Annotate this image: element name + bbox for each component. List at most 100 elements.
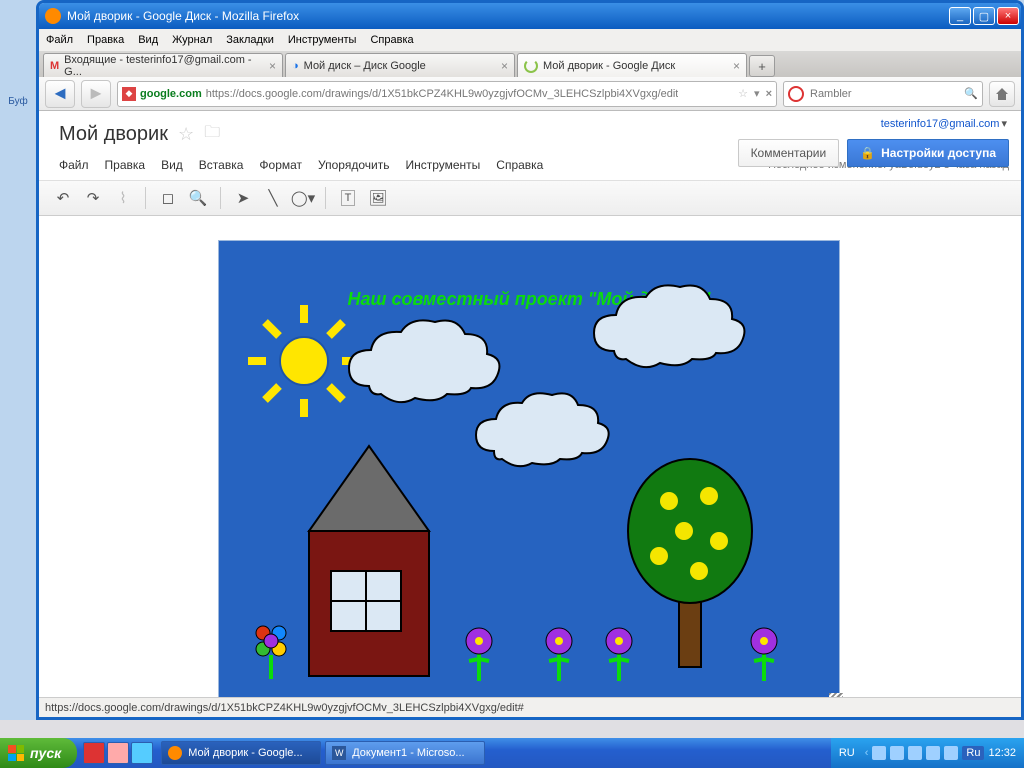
canvas-scroll-area[interactable]: Наш совместный проект "Мой дворик" [39,229,1021,697]
line-tool[interactable]: ╲ [261,186,285,210]
quick-launch-item[interactable] [107,742,129,764]
tab-drive[interactable]: ◑ Мой диск – Диск Google × [285,53,515,77]
tray-lang-left[interactable]: RU [839,747,855,759]
shape-tool[interactable]: ◯▾ [291,186,315,210]
quick-launch-item[interactable] [131,742,153,764]
menu-help[interactable]: Справка [363,34,420,46]
clock[interactable]: 12:32 [988,747,1016,759]
tab-label: Мой диск – Диск Google [304,60,426,72]
tab-gmail[interactable]: M Входящие - testerinfo17@gmail.com - G.… [43,53,283,77]
gmenu-file[interactable]: Файл [59,158,89,172]
firefox-statusbar: https://docs.google.com/drawings/d/1X51b… [39,697,1021,717]
tray-icon[interactable] [890,746,904,760]
site-identity-icon[interactable]: ◆ [122,87,136,101]
background-office-sidebar: Буф [0,0,36,720]
loading-spinner-icon [524,59,538,73]
menu-file[interactable]: Файл [39,34,80,46]
tab-close-icon[interactable]: × [501,59,508,73]
gmenu-help[interactable]: Справка [496,158,543,172]
cloud-shape[interactable] [349,320,499,402]
folder-icon[interactable]: 🗀 [204,121,220,148]
word-icon: W [332,746,346,760]
redo-button[interactable]: ↷ [81,186,105,210]
cloud-shape[interactable] [476,393,609,466]
home-button[interactable] [989,81,1015,107]
gmenu-format[interactable]: Формат [259,158,302,172]
back-button[interactable]: ◄ [45,80,75,108]
balloon-flower[interactable] [256,626,286,679]
menu-history[interactable]: Журнал [165,34,219,46]
tab-close-icon[interactable]: × [733,59,740,73]
document-title[interactable]: Мой дворик [59,123,168,146]
undo-button[interactable]: ↶ [51,186,75,210]
tray-icon[interactable] [908,746,922,760]
stop-reload-button[interactable]: × [766,88,772,100]
new-tab-button[interactable]: + [749,55,775,77]
image-tool[interactable]: 🖼 [366,186,390,210]
tray-expand-icon[interactable]: ‹ [865,747,869,759]
windows-taskbar: пуск Мой дворик - Google... W Документ1 … [0,738,1024,768]
sun-shape[interactable] [248,305,360,417]
search-box[interactable]: Rambler 🔍 [783,81,983,107]
taskbar-item-word[interactable]: W Документ1 - Microso... [325,741,485,765]
firefox-menubar: Файл Правка Вид Журнал Закладки Инструме… [39,29,1021,51]
menu-bookmarks[interactable]: Закладки [219,34,281,46]
comments-button[interactable]: Комментарии [738,139,840,167]
menu-edit[interactable]: Правка [80,34,131,46]
select-tool[interactable]: ➤ [231,186,255,210]
home-icon [994,86,1010,102]
tray-icon[interactable] [872,746,886,760]
tab-label: Мой дворик - Google Диск [543,60,675,72]
forward-button[interactable]: ► [81,80,111,108]
tab-close-icon[interactable]: × [269,59,276,73]
minimize-button[interactable]: _ [949,7,971,25]
house-shape[interactable] [309,446,429,676]
gmenu-tools[interactable]: Инструменты [405,158,480,172]
nav-toolbar: ◄ ► ◆ google.com https://docs.google.com… [39,77,1021,111]
gdoc-toolbar: ↶ ↷ ⌇ ◻ 🔍 ➤ ╲ ◯▾ T 🖼 [39,180,1021,216]
menu-view[interactable]: Вид [131,34,165,46]
firefox-window: Мой дворик - Google Диск - Mozilla Firef… [36,0,1024,720]
language-indicator[interactable]: Ru [962,746,984,760]
taskbar-item-firefox[interactable]: Мой дворик - Google... [161,741,321,765]
url-path: https://docs.google.com/drawings/d/1X51b… [206,88,679,100]
tab-drawing[interactable]: Мой дворик - Google Диск × [517,53,747,77]
url-bar[interactable]: ◆ google.com https://docs.google.com/dra… [117,81,777,107]
close-button[interactable]: × [997,7,1019,25]
firefox-icon [168,746,182,760]
zoom-fit-button[interactable]: ◻ [156,186,180,210]
maximize-button[interactable]: ▢ [973,7,995,25]
star-icon[interactable]: ☆ [178,124,194,145]
gmenu-edit[interactable]: Правка [105,158,146,172]
firefox-icon [45,8,61,24]
quick-launch-item[interactable] [83,742,105,764]
drawing-svg [219,241,839,703]
cloud-shape[interactable] [594,285,744,367]
tree-shape[interactable] [628,459,752,667]
zoom-button[interactable]: 🔍 [186,186,210,210]
flower-stems[interactable] [469,651,774,681]
flower-heads[interactable] [466,628,777,654]
paint-format-button[interactable]: ⌇ [111,186,135,210]
start-button[interactable]: пуск [0,738,77,768]
status-text: https://docs.google.com/drawings/d/1X51b… [45,702,524,714]
gmenu-arrange[interactable]: Упорядочить [318,158,389,172]
bookmark-star-icon[interactable]: ☆ [738,87,748,100]
google-drawings-app: testerinfo17@gmail.com▾ Мой дворик ☆ 🗀 К… [39,111,1021,697]
window-title: Мой дворик - Google Диск - Mozilla Firef… [67,9,299,23]
tray-icon[interactable] [944,746,958,760]
gmenu-view[interactable]: Вид [161,158,183,172]
search-go-icon[interactable]: 🔍 [964,87,978,100]
textbox-tool[interactable]: T [336,186,360,210]
titlebar[interactable]: Мой дворик - Google Диск - Mozilla Firef… [39,3,1021,29]
gmenu-insert[interactable]: Вставка [199,158,244,172]
share-button[interactable]: 🔒Настройки доступа [847,139,1009,167]
account-link[interactable]: testerinfo17@gmail.com▾ [881,117,1007,130]
menu-tools[interactable]: Инструменты [281,34,364,46]
system-tray: RU ‹ Ru 12:32 [831,738,1024,768]
windows-flag-icon [8,745,24,761]
lock-icon: 🔒 [860,146,875,160]
tray-icon[interactable] [926,746,940,760]
drawing-canvas[interactable]: Наш совместный проект "Мой дворик" [219,241,839,703]
quick-launch [77,742,159,764]
